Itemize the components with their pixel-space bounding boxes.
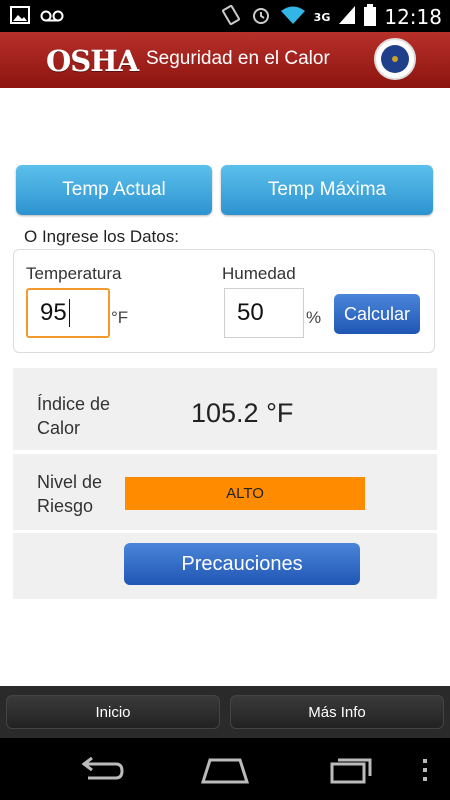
heat-index-value: 105.2 °F [191,398,294,428]
temp-actual-button[interactable]: Temp Actual [16,165,212,215]
calculate-button[interactable]: Calcular [334,294,420,334]
back-icon[interactable] [76,756,124,788]
battery-icon [364,4,377,30]
recent-apps-icon[interactable] [330,754,374,788]
alarm-icon [250,4,272,30]
app-header: OSHA Seguridad en el Calor [0,32,450,88]
text-cursor [68,299,70,327]
tab-inicio[interactable]: Inicio [6,695,220,729]
network-type: 3G [313,10,331,24]
image-icon [10,6,30,28]
heat-index-row: Índice de Calor 105.2 °F [13,368,437,450]
precautions-row: Precauciones [13,533,437,599]
risk-level-label: Nivel de Riesgo [37,472,103,516]
system-nav-bar [0,738,450,800]
humidity-unit: % [306,308,322,327]
status-time: 12:18 [384,5,442,29]
temperature-unit: °F [111,308,129,327]
input-prompt: O Ingrese los Datos: [24,227,179,246]
risk-level-badge: ALTO [125,477,365,510]
osha-logo: OSHA [46,44,139,78]
voicemail-icon [40,8,64,27]
home-icon[interactable] [200,756,250,788]
overflow-menu-icon[interactable] [422,758,428,786]
input-card: Temperatura Humedad 95 °F 50 % Calcular [13,249,435,353]
humidity-label: Humedad [222,264,296,283]
bottom-tab-bar: Inicio Más Info [0,686,450,738]
temperature-label: Temperatura [26,264,122,283]
temperature-value: 95 [40,299,67,326]
heat-index-label: Índice de Calor [37,394,111,438]
status-bar: 3G 12:18 [0,0,450,32]
wifi-icon [280,5,306,29]
app-title: Seguridad en el Calor [146,48,330,69]
humidity-value: 50 [237,299,264,326]
temperature-input[interactable]: 95 [26,288,110,338]
temp-maxima-button[interactable]: Temp Máxima [221,165,433,215]
humidity-input[interactable]: 50 [224,288,304,338]
dol-seal-icon [374,38,416,80]
signal-icon [338,5,356,29]
risk-level-row: Nivel de Riesgo ALTO [13,454,437,530]
vibrate-icon [220,4,242,30]
tab-mas-info[interactable]: Más Info [230,695,444,729]
precautions-button[interactable]: Precauciones [124,543,360,585]
